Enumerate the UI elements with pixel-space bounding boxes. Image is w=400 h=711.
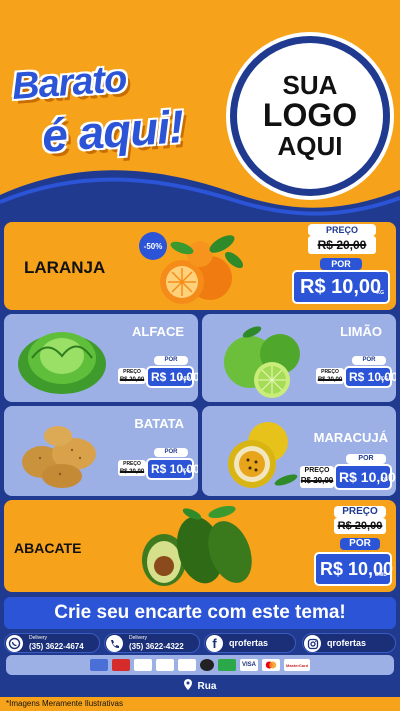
phone-icon [106,635,123,652]
preco-label: PREÇO [321,369,339,375]
logo-line2: LOGO [262,97,358,134]
instagram-icon [304,635,321,652]
avocado-image [142,505,252,586]
mastercard-label: MasterCard [284,659,311,671]
preco-label: PREÇO [304,467,330,474]
por-label: POR [352,356,386,365]
contact-instagram[interactable]: qrofertas [302,633,396,653]
old-price: PREÇO R$ 20,00 [316,368,344,384]
whatsapp-icon [6,635,23,652]
por-label: POR [346,454,386,464]
por-label: POR [320,258,362,270]
card-icon [89,659,108,671]
brand-logo: Barato é aqui! [11,58,212,162]
old-price: PREÇO R$ 20,00 [118,460,146,476]
product-name: LIMÃO [340,324,382,339]
payment-methods: VISA MasterCard [6,655,394,675]
old-price: PREÇO R$ 20,00 [300,466,334,488]
unit-label: KG [376,290,385,296]
new-price: R$ 10,00 UNID [314,552,393,586]
product-name: LARANJA [24,258,106,277]
price-block: PREÇO R$ 20,00 POR R$ 10,00 UNID [304,500,394,592]
discount-badge: -50% [139,232,167,260]
preco-label: PREÇO [123,461,141,467]
new-price: R$ 10,00 UNID [146,366,198,388]
lime-image [224,326,300,398]
address-text: Rua [197,680,217,692]
brand-line2: é aqui! [40,100,185,162]
new-price: R$ 10,00 KG [344,366,396,388]
old-price: R$ 20,00 [308,236,376,254]
product-name: ALFACE [132,324,184,339]
header: Barato é aqui! SUA LOGO AQUI [0,0,400,220]
unit-label: UNID [177,376,190,382]
unit-label: KG [182,468,191,474]
price-block: POR PREÇO R$ 20,00 R$ 10,00 UNID [118,356,198,400]
por-label: POR [340,538,380,550]
product-card-batata: BATATA POR PREÇO R$ 20,00 R$ 10,00 KG [4,406,198,496]
potato-image [22,426,96,488]
preco-label: PREÇO [334,506,386,518]
unit-label: UNID [374,572,387,578]
store-logo-placeholder: SUA LOGO AQUI [230,36,390,196]
orange-image [160,235,244,304]
delivery-label: Delivery [129,635,148,641]
footer-note: *Imagens Meramente Ilustrativas [0,697,400,711]
logo-line3: AQUI [277,130,343,161]
product-card-maracuja: MARACUJÁ POR PREÇO R$ 20,00 R$ 10,00 KG [202,406,396,496]
card-icon [155,659,174,671]
card-icon [177,659,196,671]
new-price: R$ 10,00 KG [146,458,198,480]
card-icon [199,659,214,671]
preco-label: PREÇO [123,369,141,375]
location-pin-icon [183,679,192,693]
product-card-limao: LIMÃO POR PREÇO R$ 20,00 R$ 10,00 KG [202,314,396,402]
contact-phone[interactable]: Delivery (35) 3622-4322 [104,633,200,653]
phone-number: (35) 3622-4322 [129,642,184,651]
product-name: MARACUJÁ [313,430,388,445]
product-card-laranja: LARANJA -50% PREÇO R$ 20,00 POR R$ 10,00… [4,222,396,310]
visa-icon: VISA [239,659,258,671]
preco-label: PREÇO [308,224,376,236]
facebook-handle: qrofertas [229,638,269,648]
address: Rua [150,678,250,694]
contact-facebook[interactable]: f qrofertas [204,633,296,653]
old-price: R$ 20,00 [334,518,386,534]
por-label: POR [154,356,188,365]
card-icon [217,659,236,671]
delivery-label: Delivery [29,635,48,641]
facebook-icon: f [206,635,223,652]
product-card-alface: ALFACE POR PREÇO R$ 20,00 R$ 10,00 UNID [4,314,198,402]
whatsapp-number: (35) 3622-4674 [29,642,84,651]
passion-fruit-image [228,422,298,488]
price-block: POR PREÇO R$ 20,00 R$ 10,00 KG [316,356,396,400]
price-block: POR PREÇO R$ 20,00 R$ 10,00 KG [300,454,396,494]
price-block: POR PREÇO R$ 20,00 R$ 10,00 KG [118,448,198,492]
mastercard-icon [262,659,280,671]
brand-line1: Barato [10,58,128,108]
por-label: POR [154,448,188,457]
product-name: ABACATE [14,540,82,556]
product-name: BATATA [134,416,184,431]
contact-whatsapp[interactable]: Delivery (35) 3622-4674 [4,633,100,653]
unit-label: KG [380,477,389,483]
product-card-abacate: ABACATE PREÇO R$ 20,00 POR R$ 10,00 UNID [4,500,396,592]
lettuce-image [18,332,106,394]
old-price: PREÇO R$ 20,00 [118,368,146,384]
unit-label: KG [380,376,389,382]
cta-banner[interactable]: Crie seu encarte com este tema! [4,597,396,629]
logo-line1: SUA [282,69,338,100]
price-block: PREÇO R$ 20,00 POR R$ 10,00 KG [290,222,394,310]
card-icon [133,659,152,671]
instagram-handle: qrofertas [327,638,367,648]
new-price: R$ 10,00 KG [292,270,390,304]
card-icon [111,659,130,671]
new-price: R$ 10,00 KG [334,464,396,490]
